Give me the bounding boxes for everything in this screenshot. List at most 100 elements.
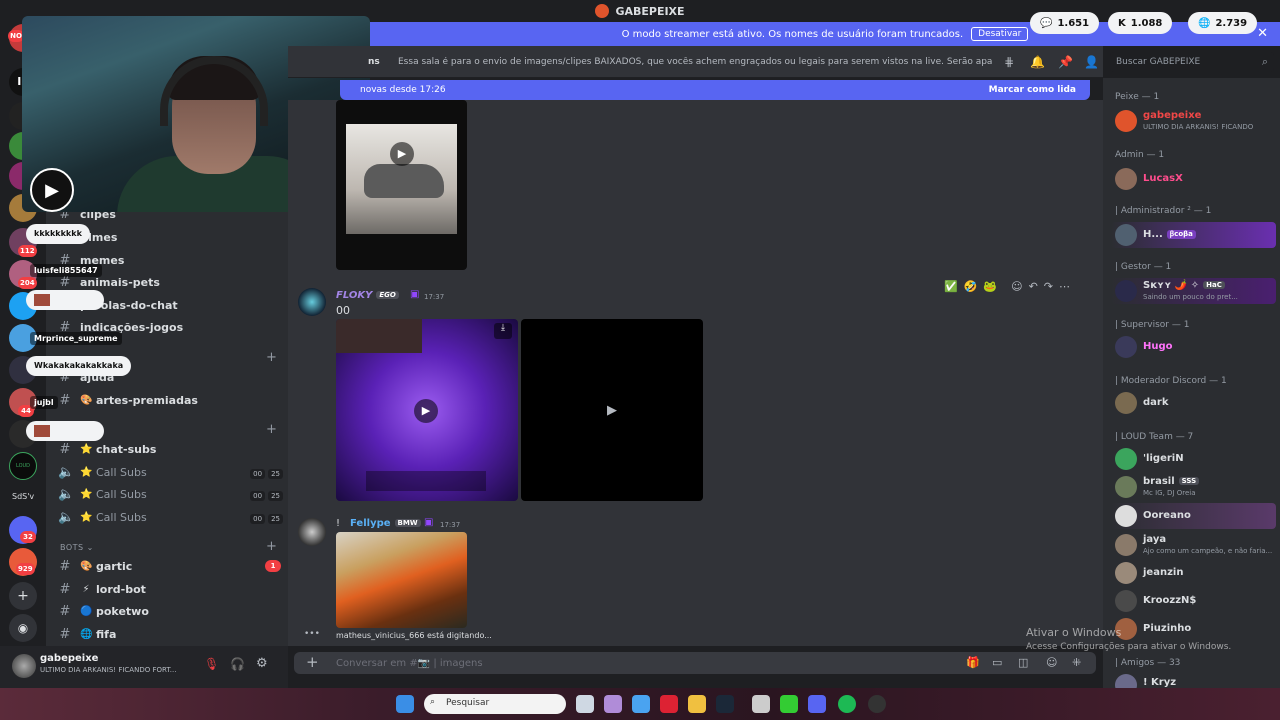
discord-icon[interactable]	[808, 695, 826, 713]
banner-text: O modo streamer está ativo. Os nomes de …	[621, 28, 964, 40]
sticker-icon[interactable]: ◫	[1018, 656, 1028, 669]
message-author[interactable]: FLOKY EGO	[336, 290, 399, 301]
folder-icon[interactable]	[688, 695, 706, 713]
app-icon[interactable]	[780, 695, 798, 713]
channel-item[interactable]: # 🎨 artes-premiadas	[58, 390, 283, 410]
video-attachment[interactable]: ▶ ⤓	[336, 319, 518, 501]
member-item[interactable]: Piuzinho	[1111, 616, 1276, 642]
username[interactable]: gabepeixe	[40, 653, 98, 664]
new-messages-bar[interactable]: novas desde 17:26 Marcar como lida	[340, 80, 1090, 100]
server-label-sds[interactable]: SdS'v	[12, 492, 34, 501]
file-explorer-icon[interactable]	[576, 695, 594, 713]
member-item[interactable]: Ooreano	[1111, 503, 1276, 529]
image-attachment[interactable]	[336, 532, 467, 628]
add-reaction-icon[interactable]: ☺	[1011, 280, 1022, 293]
disable-streamer-button[interactable]: Desativar	[971, 27, 1029, 41]
mark-as-read-button[interactable]: Marcar como lida	[989, 85, 1076, 95]
voice-channel-item[interactable]: 🔈 ⭐ Call Subs 00 25	[58, 507, 283, 527]
obs-icon[interactable]	[868, 695, 886, 713]
settings-gear-icon[interactable]: ⚙	[256, 656, 268, 671]
avatar	[1115, 674, 1137, 688]
more-icon[interactable]: ⋯	[1059, 280, 1070, 293]
message-author[interactable]: Fellype BMW	[350, 518, 421, 529]
avatar[interactable]	[298, 288, 326, 316]
member-item[interactable]: H... ꞵcoβa	[1111, 222, 1276, 248]
channel-item[interactable]: # 🌐 fifa	[58, 624, 283, 644]
channel-item[interactable]: # 🔵 poketwo	[58, 601, 283, 621]
reply-icon[interactable]: ↶	[1029, 280, 1038, 293]
taskbar-search[interactable]: ⌕ Pesquisar	[424, 694, 566, 714]
mute-icon[interactable]: 🎙	[204, 657, 219, 671]
gif-icon[interactable]: ▭	[992, 656, 1002, 669]
category-bots[interactable]: BOTS ⌄	[60, 543, 94, 552]
search-input[interactable]: Buscar GABEPEIXE ⌕	[1110, 52, 1274, 72]
laugh-icon[interactable]: 🤣	[964, 280, 978, 293]
video-attachment[interactable]: ▶	[521, 319, 703, 501]
channel-header: ns Essa sala é para o envio de imagens/c…	[288, 46, 1103, 78]
reaction-bar: ✅ 🤣 🐸 ☺ ↶ ↷ ⋯	[944, 280, 1070, 293]
search-icon: ⌕	[430, 697, 436, 707]
pin-icon[interactable]: 📌	[1058, 55, 1073, 69]
channel-topic[interactable]: Essa sala é para o envio de imagens/clip…	[398, 57, 993, 67]
member-item[interactable]: LucasX	[1111, 166, 1276, 192]
search-icon: ⌕	[1261, 55, 1268, 68]
copilot-icon[interactable]	[632, 695, 650, 713]
windows-start-icon[interactable]	[396, 695, 414, 713]
avatar[interactable]	[12, 654, 36, 678]
member-item[interactable]: ! Kryz	[1111, 672, 1276, 688]
emote-icon	[34, 424, 50, 437]
member-item[interactable]: dark	[1111, 390, 1276, 416]
check-icon[interactable]: ✅	[944, 280, 958, 293]
spotify-icon[interactable]	[838, 695, 856, 713]
member-item[interactable]: gabepeixe ULTIMO DIA ARKANIS! FICANDO	[1111, 108, 1276, 134]
play-icon[interactable]: ▶	[390, 142, 414, 166]
role-header: | Amigos — 33	[1115, 658, 1181, 668]
overlay-chat-user: Mrprince_supreme	[30, 332, 122, 345]
play-icon[interactable]: ▶	[414, 399, 438, 423]
apps-icon[interactable]: ⁜	[1072, 656, 1081, 669]
close-icon[interactable]: ✕	[1257, 26, 1268, 41]
member-item[interactable]: KroozzN$	[1111, 588, 1276, 614]
member-item[interactable]: jaya Ajo como um campeão, e não faria...	[1111, 532, 1276, 558]
channel-item[interactable]: # 🎨 gartic 1	[58, 556, 283, 576]
add-server-icon[interactable]: +	[9, 582, 37, 610]
app-icon[interactable]	[752, 695, 770, 713]
explore-icon[interactable]: ◉	[9, 614, 37, 642]
create-channel-icon[interactable]: +	[266, 539, 277, 554]
channel-item[interactable]: # ⚡ lord-bot	[58, 579, 283, 599]
emoji-icon[interactable]: 🐸	[983, 280, 997, 293]
star-icon: ⭐	[80, 466, 93, 478]
member-item[interactable]: Sᴋʏʏ 🌶️ ✧ HaC Saindo um pouco do pret...	[1111, 278, 1276, 304]
create-channel-icon[interactable]: +	[266, 350, 277, 365]
star-icon: ⭐	[80, 443, 93, 455]
message-list[interactable]: ▶ FLOKY EGO ▣ 17:37 00 ✅ 🤣 🐸 ☺ ↶ ↷ ⋯ ▶ ⤓ ▶ …	[288, 100, 1103, 646]
app-icon[interactable]	[604, 695, 622, 713]
role-header: | LOUD Team — 7	[1115, 432, 1194, 442]
download-icon[interactable]: ⤓	[494, 323, 512, 339]
gift-icon[interactable]: 🎁	[966, 656, 980, 669]
member-item[interactable]: jeanzin	[1111, 560, 1276, 586]
channel-item[interactable]: #filmes	[58, 227, 283, 247]
steam-icon[interactable]	[716, 695, 734, 713]
guild-tag: EGO	[376, 291, 399, 299]
video-attachment[interactable]: ▶	[336, 100, 467, 270]
opera-icon[interactable]	[660, 695, 678, 713]
loud-server-icon[interactable]: LOUD	[9, 452, 37, 480]
channel-item[interactable]: # ⭐ chat-subs	[58, 439, 283, 459]
voice-channel-item[interactable]: 🔈 ⭐ Call Subs 00 25	[58, 462, 283, 482]
member-item[interactable]: brasil SSS Mc IG, DJ Oreia	[1111, 474, 1276, 500]
avatar[interactable]	[298, 518, 326, 546]
bell-icon[interactable]: 🔔	[1030, 55, 1045, 69]
forward-icon[interactable]: ↷	[1044, 280, 1053, 293]
play-icon[interactable]: ▶	[607, 403, 617, 418]
create-channel-icon[interactable]: +	[266, 422, 277, 437]
voice-channel-item[interactable]: 🔈 ⭐ Call Subs 00 25	[58, 484, 283, 504]
channel-name: Call Subs	[96, 487, 147, 501]
add-attachment-icon[interactable]: +	[306, 653, 319, 671]
headphones-icon[interactable]: 🎧	[230, 657, 245, 671]
threads-icon[interactable]: ⋕	[1004, 55, 1014, 69]
member-item[interactable]: Hugo	[1111, 334, 1276, 360]
emoji-icon[interactable]: ☺	[1046, 656, 1057, 669]
member-item[interactable]: 'ligeriN	[1111, 446, 1276, 472]
members-icon[interactable]: 👤	[1084, 55, 1099, 69]
